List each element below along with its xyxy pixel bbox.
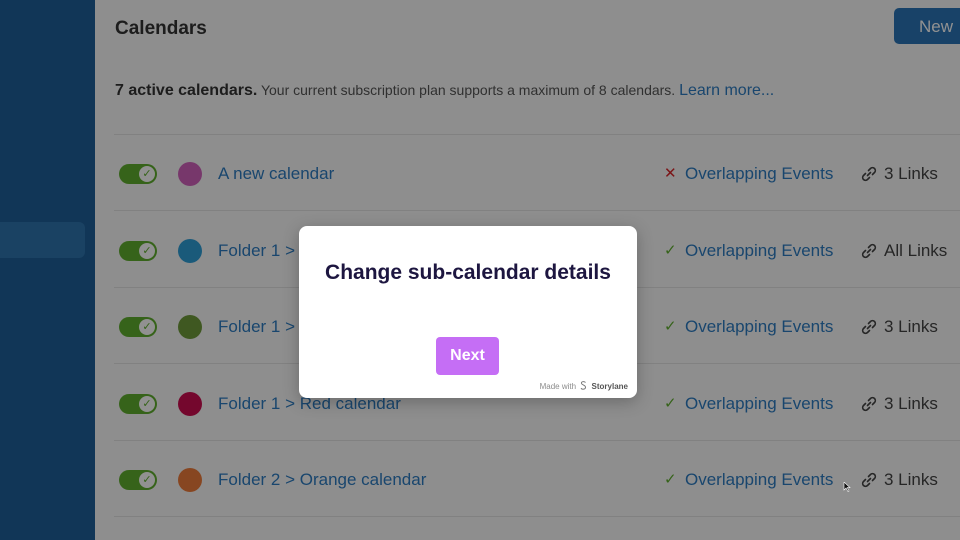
made-with-label: Made with [539, 382, 577, 391]
mouse-cursor-icon [843, 482, 851, 492]
storylane-brand: Storylane [591, 382, 628, 391]
modal-title: Change sub-calendar details [325, 261, 611, 284]
made-with-storylane[interactable]: Made with Storylane [540, 381, 628, 391]
tour-step-modal: Change sub-calendar details Next Made wi… [299, 226, 637, 398]
next-button[interactable]: Next [436, 337, 499, 375]
storylane-logo-icon [580, 381, 587, 390]
